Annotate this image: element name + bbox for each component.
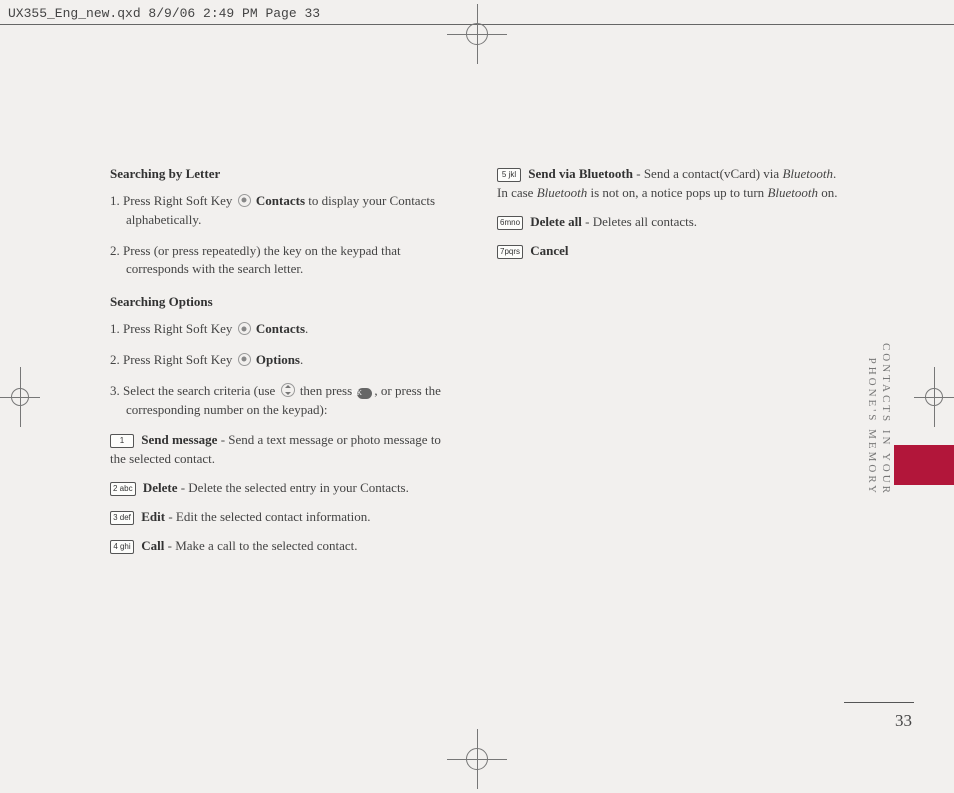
- bluetooth-term: Bluetooth: [782, 166, 833, 181]
- softkey-icon: [238, 353, 251, 366]
- heading-searching-by-letter: Searching by Letter: [110, 165, 457, 184]
- option-label: Edit: [141, 509, 165, 524]
- keycap-5-icon: 5 jkl: [497, 168, 521, 182]
- option-desc: - Make a call to the selected contact.: [164, 538, 357, 553]
- option-edit: 3 def Edit - Edit the selected contact i…: [110, 508, 457, 527]
- section-color-tab: [894, 445, 954, 485]
- options-step-3: 3. Select the search criteria (use then …: [110, 382, 457, 420]
- step-text: .: [305, 321, 308, 336]
- option-desc: - Delete the selected entry in your Cont…: [177, 480, 408, 495]
- option-desc: - Send a contact(vCard) via: [633, 166, 782, 181]
- step-text: 3. Select the search criteria (use: [110, 383, 279, 398]
- keycap-6-icon: 6mno: [497, 216, 523, 230]
- page-number-rule: [844, 702, 914, 703]
- registration-mark-bottom: [447, 729, 507, 789]
- softkey-label: Contacts: [256, 193, 305, 208]
- option-desc: - Edit the selected contact information.: [165, 509, 370, 524]
- step-2: 2. Press (or press repeatedly) the key o…: [110, 242, 457, 280]
- step-text: .: [300, 352, 303, 367]
- option-label: Call: [141, 538, 164, 553]
- registration-mark-right: [914, 367, 954, 427]
- option-desc: on.: [818, 185, 838, 200]
- options-step-2: 2. Press Right Soft Key Options.: [110, 351, 457, 370]
- option-call: 4 ghi Call - Make a call to the selected…: [110, 537, 457, 556]
- option-label: Send message: [141, 432, 217, 447]
- registration-mark-left: [0, 367, 40, 427]
- keycap-3-icon: 3 def: [110, 511, 134, 525]
- option-desc: is not on, a notice pops up to turn: [587, 185, 767, 200]
- step-text: 1. Press Right Soft Key: [110, 321, 236, 336]
- keycap-4-icon: 4 ghi: [110, 540, 134, 554]
- option-desc: - Deletes all contacts.: [582, 214, 697, 229]
- keycap-1-icon: 1: [110, 434, 134, 448]
- running-head: CONTACTS IN YOUR PHONE'S MEMORY: [866, 343, 892, 496]
- option-delete-all: 6mno Delete all - Deletes all contacts.: [497, 213, 844, 232]
- page-number: 33: [895, 711, 912, 731]
- step-text: 1. Press Right Soft Key: [110, 193, 236, 208]
- keycap-7-icon: 7pqrs: [497, 245, 523, 259]
- right-column: 5 jkl Send via Bluetooth - Send a contac…: [497, 165, 844, 566]
- option-cancel: 7pqrs Cancel: [497, 242, 844, 261]
- bluetooth-term: Bluetooth: [767, 185, 818, 200]
- running-head-line: PHONE'S MEMORY: [866, 358, 878, 496]
- option-label: Delete all: [530, 214, 582, 229]
- option-send-bluetooth: 5 jkl Send via Bluetooth - Send a contac…: [497, 165, 844, 203]
- page-content: Searching by Letter 1. Press Right Soft …: [40, 60, 914, 733]
- nav-updown-icon: [281, 383, 295, 397]
- step-1: 1. Press Right Soft Key Contacts to disp…: [110, 192, 457, 230]
- option-send-message: 1 Send message - Send a text message or …: [110, 431, 457, 469]
- step-text: 2. Press Right Soft Key: [110, 352, 236, 367]
- trim-line: [0, 24, 954, 25]
- softkey-icon: [238, 194, 251, 207]
- option-label: Delete: [143, 480, 178, 495]
- softkey-icon: [238, 322, 251, 335]
- heading-searching-options: Searching Options: [110, 293, 457, 312]
- options-step-1: 1. Press Right Soft Key Contacts.: [110, 320, 457, 339]
- softkey-label: Contacts: [256, 321, 305, 336]
- option-label: Cancel: [530, 243, 568, 258]
- softkey-label: Options: [256, 352, 300, 367]
- registration-mark-top: [447, 4, 507, 64]
- file-slug: UX355_Eng_new.qxd 8/9/06 2:49 PM Page 33: [8, 6, 320, 21]
- option-label: Send via Bluetooth: [528, 166, 633, 181]
- keycap-2-icon: 2 abc: [110, 482, 136, 496]
- step-text: then press: [300, 383, 356, 398]
- bluetooth-term: Bluetooth: [537, 185, 588, 200]
- ok-icon: OK: [357, 388, 372, 399]
- option-delete: 2 abc Delete - Delete the selected entry…: [110, 479, 457, 498]
- running-head-line: CONTACTS IN YOUR: [880, 343, 892, 496]
- left-column: Searching by Letter 1. Press Right Soft …: [110, 165, 457, 566]
